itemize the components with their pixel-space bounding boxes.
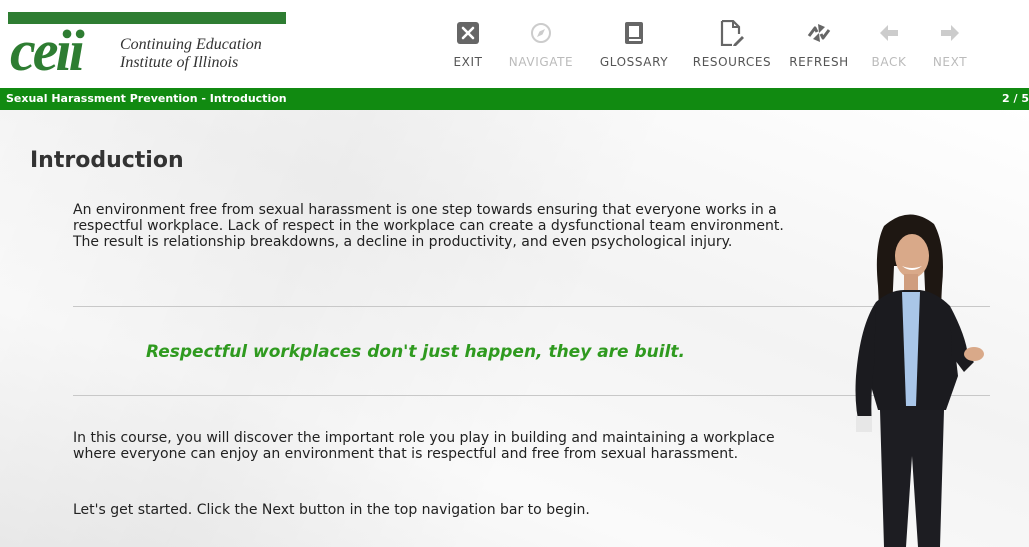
refresh-icon	[804, 18, 834, 48]
logo-line-1: Continuing Education	[120, 36, 262, 53]
exit-label: EXIT	[453, 55, 483, 69]
book-icon	[619, 18, 649, 48]
close-icon	[453, 18, 483, 48]
navigate-label: NAVIGATE	[508, 55, 574, 69]
next-button[interactable]: NEXT	[922, 14, 978, 74]
top-navigation-bar: EXIT NAVIGATE GLOSSARY RESOURCES REFRESH…	[440, 14, 978, 74]
arrow-right-icon	[935, 18, 965, 48]
get-started-paragraph: Let's get started. Click the Next button…	[73, 502, 590, 518]
glossary-label: GLOSSARY	[599, 55, 669, 69]
presenter-image	[855, 214, 984, 547]
refresh-label: REFRESH	[789, 55, 849, 69]
glossary-button[interactable]: GLOSSARY	[586, 14, 682, 74]
lesson-content: Introduction An environment free from se…	[0, 110, 1029, 547]
back-label: BACK	[871, 55, 907, 69]
arrow-left-icon	[874, 18, 904, 48]
course-paragraph: In this course, you will discover the im…	[73, 430, 775, 462]
logo-mark-text: ceii	[10, 20, 85, 76]
intro-paragraph: An environment free from sexual harassme…	[73, 202, 784, 250]
exit-button[interactable]: EXIT	[440, 14, 496, 74]
ceii-logo: ceii Continuing Education Institute of I…	[8, 12, 286, 76]
page-title: Introduction	[30, 148, 184, 173]
compass-icon	[526, 18, 556, 48]
resources-label: RESOURCES	[692, 55, 772, 69]
resources-button[interactable]: RESOURCES	[682, 14, 782, 74]
pull-quote: Respectful workplaces don't just happen,…	[146, 342, 686, 362]
ceii-logo-mark: ceii	[10, 20, 88, 76]
navigate-button[interactable]: NAVIGATE	[496, 14, 586, 74]
course-title: Sexual Harassment Prevention - Introduct…	[6, 92, 287, 105]
course-title-bar: Sexual Harassment Prevention - Introduct…	[0, 88, 1029, 110]
document-edit-icon	[717, 18, 747, 48]
next-label: NEXT	[932, 55, 968, 69]
refresh-button[interactable]: REFRESH	[782, 14, 856, 74]
logo-line-2: Institute of Illinois	[120, 54, 239, 71]
logo-wordmark: Continuing Education Institute of Illino…	[120, 36, 262, 72]
course-header: ceii Continuing Education Institute of I…	[0, 0, 1029, 88]
back-button[interactable]: BACK	[856, 14, 922, 74]
page-indicator: 2 / 5	[1002, 92, 1029, 105]
